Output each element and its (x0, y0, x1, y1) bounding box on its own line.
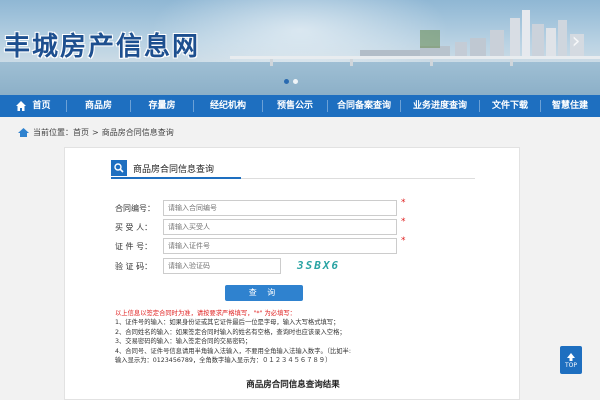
site-logo: 丰城房产信息网 (4, 32, 201, 62)
panel-header: 商品房合同信息查询 (111, 158, 214, 178)
contract-no-label: 合同编号： (115, 203, 155, 213)
panel-title-underline (111, 177, 241, 179)
nav-item-progress-query[interactable]: 业务进度查询 (401, 95, 479, 117)
header-banner: 丰城房产信息网 › (0, 0, 600, 95)
nav-item-new-homes[interactable]: 商品房 (67, 95, 130, 117)
required-marker: * (401, 198, 406, 208)
contract-no-input[interactable] (163, 200, 397, 216)
note-item: 4、合同号、证件号信息请用半角输入法输入，不要用全角输入法输入数字。（比如半: (115, 347, 351, 355)
breadcrumb: 当前位置： 首页 > 商品房合同信息查询 (18, 126, 174, 138)
nav-item-existing-homes[interactable]: 存量房 (131, 95, 193, 117)
nav-item-smart-construction[interactable]: 智慧住建 (541, 95, 599, 117)
carousel-dot-1[interactable] (284, 79, 289, 84)
buyer-label: 买 受 人： (115, 222, 153, 232)
home-icon (18, 127, 29, 137)
nav-item-contract-query[interactable]: 合同备案查询 (328, 95, 400, 117)
nav-item-downloads[interactable]: 文件下载 (480, 95, 540, 117)
main-nav: 首页 商品房 存量房 经纪机构 预售公示 合同备案查询 业务进度查询 文件下载 … (0, 95, 600, 117)
required-marker: * (401, 236, 406, 246)
banner-water (0, 62, 600, 95)
note-item: 3、交易密码的输入：输入签定合同的交易密码； (115, 338, 252, 346)
captcha-input[interactable] (163, 258, 281, 274)
id-no-label: 证 件 号： (115, 241, 153, 251)
nav-item-home[interactable]: 首页 (0, 95, 66, 117)
id-no-input[interactable] (163, 238, 397, 254)
captcha-image[interactable]: 3SBX6 (297, 259, 340, 272)
nav-item-agencies[interactable]: 经纪机构 (194, 95, 262, 117)
required-marker: * (401, 217, 406, 227)
carousel-next-arrow-icon[interactable]: › (566, 28, 586, 56)
back-to-top-label: TOP (564, 361, 577, 369)
breadcrumb-separator: > (92, 127, 99, 137)
nav-item-label: 首页 (32, 101, 51, 111)
panel-title: 商品房合同信息查询 (133, 164, 215, 175)
carousel-dot-2[interactable] (293, 79, 298, 84)
captcha-label: 验 证 码： (115, 261, 153, 271)
query-button[interactable]: 查 询 (225, 285, 303, 301)
nav-item-presale[interactable]: 预售公示 (263, 95, 327, 117)
home-icon (16, 101, 27, 111)
buyer-input[interactable] (163, 219, 397, 235)
note-item: 1、证件号的输入：如果身份证或其它证件最后一位是字母，输入大写格式填写； (115, 319, 340, 327)
breadcrumb-prefix: 当前位置： (33, 127, 73, 137)
result-section-title: 商品房合同信息查询结果 (246, 380, 340, 390)
back-to-top-button[interactable]: TOP (560, 346, 582, 374)
note-item: 输入显示为：0123456789，全角数字输入显示为：０１２３４５６７８９） (115, 357, 332, 365)
search-icon (111, 160, 127, 176)
carousel-dots[interactable] (284, 79, 298, 84)
breadcrumb-home-link[interactable]: 首页 (73, 127, 89, 138)
instructions-notes: 以上信息以签定合同时为准，请按要求严格填写，"*" 为必填写： 1、证件号的输入… (115, 309, 495, 365)
bridge-image (230, 56, 600, 66)
arrow-up-icon (567, 352, 575, 361)
required-warning: 以上信息以签定合同时为准，请按要求严格填写，"*" 为必填写： (115, 310, 296, 317)
breadcrumb-current: 商品房合同信息查询 (101, 127, 174, 137)
contract-query-panel: 商品房合同信息查询 合同编号： * 买 受 人： * 证 件 号： * 验 证 … (64, 147, 520, 400)
note-item: 2、合同姓名的输入：如果签定合同时输入的姓名有空格，查询时也应该录入空格； (115, 328, 346, 336)
